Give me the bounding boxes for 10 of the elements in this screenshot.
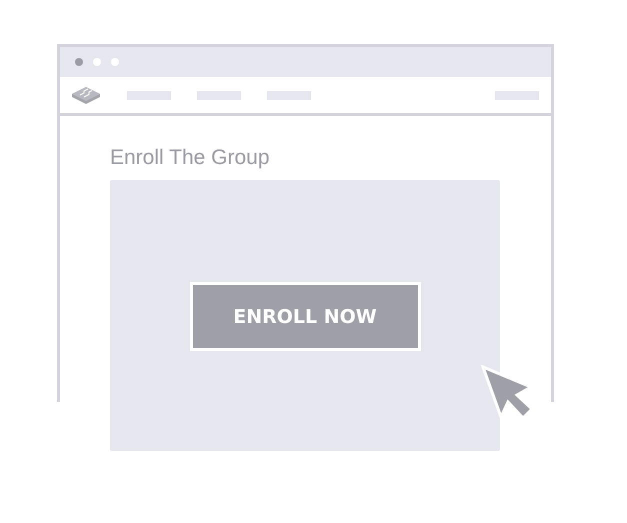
- nav-placeholder: [197, 90, 241, 100]
- nav-placeholder: [267, 90, 311, 100]
- enroll-button[interactable]: ENROLL NOW: [190, 282, 420, 351]
- page-heading: Enroll The Group: [110, 146, 270, 170]
- nav-placeholder: [495, 90, 539, 100]
- nav-placeholder: [127, 90, 171, 100]
- window-dot-icon: [75, 58, 83, 66]
- window-dot-icon: [93, 58, 101, 66]
- logo-icon: [71, 85, 101, 105]
- window-dot-icon: [111, 58, 119, 66]
